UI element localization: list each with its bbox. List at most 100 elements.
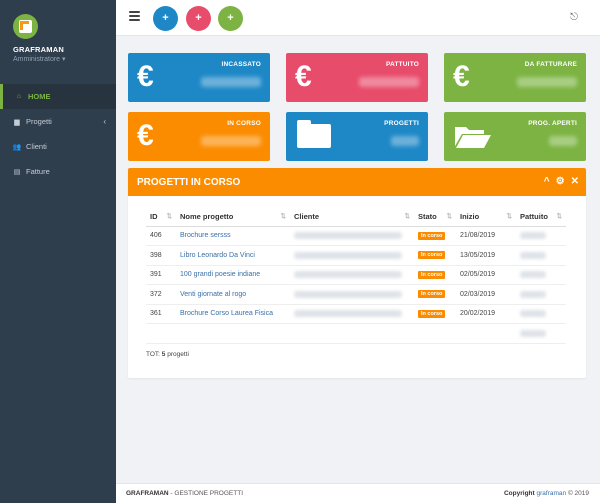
sidebar-item-label: Clienti [26, 142, 47, 151]
cell-pattuito [516, 245, 566, 266]
column-header-id[interactable]: ID ⇅ [146, 208, 176, 227]
project-link[interactable]: Brochure Corso Laurea Fisica [176, 304, 290, 324]
table-row[interactable]: 372 Venti giornate al rogo In corso 02/0… [146, 284, 566, 305]
panel-header: PROGETTI IN CORSO ^ ⚙ ✕ [128, 168, 586, 196]
euro-icon: € [453, 60, 470, 93]
table-row[interactable]: 361 Brochure Corso Laurea Fisica In cors… [146, 304, 566, 324]
table-header-row: ID ⇅ Nome progetto ⇅ Cliente ⇅ Stato ⇅ Inizi… [146, 208, 566, 227]
footer-brand: GRAFRAMAN [126, 490, 169, 497]
card-pattuito[interactable]: € PATTUITO [286, 53, 428, 102]
cell-stato: In corso [414, 226, 456, 246]
status-badge: In corso [418, 270, 446, 279]
card-title: PROGETTI [384, 120, 419, 127]
card-value-redacted [391, 136, 419, 146]
project-link[interactable]: Brochure sersss [176, 226, 290, 246]
sidebar-item-home[interactable]: ⌂ HOME [0, 84, 116, 109]
project-link[interactable]: 100 grandi poesie indiane [176, 265, 290, 285]
sidebar-item-label: HOME [28, 92, 51, 101]
cell-cliente [290, 265, 414, 285]
card-title: INCASSATO [221, 61, 261, 68]
footer-subtitle: - GESTIONE PROGETTI [168, 490, 244, 497]
collapse-icon[interactable]: ^ [544, 176, 550, 187]
file-icon: ▤ [13, 168, 21, 176]
home-icon: ⌂ [16, 93, 22, 100]
cell-pattuito [516, 226, 566, 246]
sort-icon: ⇅ [506, 213, 512, 221]
card-title: IN CORSO [227, 120, 261, 127]
project-link[interactable]: Libro Leonardo Da Vinci [176, 245, 290, 266]
card-value-redacted [549, 136, 577, 146]
project-link[interactable]: Venti giornate al rogo [176, 284, 290, 305]
status-badge: In corso [418, 290, 446, 299]
column-header-stato[interactable]: Stato ⇅ [414, 208, 456, 227]
cell-inizio: 02/03/2019 [456, 284, 516, 305]
cell-cliente [290, 304, 414, 324]
card-incassato[interactable]: € INCASSATO [128, 53, 270, 102]
euro-icon: € [137, 119, 154, 152]
sort-icon: ⇅ [166, 213, 172, 221]
table-row[interactable]: 391 100 grandi poesie indiane In corso 0… [146, 265, 566, 285]
sidebar: GRAFRAMAN Amministratore ▾ ⌂ HOME ▆ Prog… [0, 0, 116, 503]
topbar: + + + ⎋ [116, 0, 600, 36]
add-user-icon: + [195, 12, 202, 24]
card-da-fatturare[interactable]: € DA FATTURARE [444, 53, 586, 102]
gear-icon[interactable]: ⚙ [556, 176, 565, 187]
add-user-button[interactable]: + [186, 6, 211, 31]
footer-copyright: Copyright graframan © 2019 [503, 490, 589, 497]
column-header-cliente[interactable]: Cliente ⇅ [290, 208, 414, 227]
add-folder-button[interactable]: + [153, 6, 178, 31]
sort-icon: ⇅ [556, 213, 562, 221]
hamburger-menu-icon[interactable] [129, 11, 140, 21]
user-role-dropdown[interactable]: Amministratore ▾ [13, 55, 116, 63]
cell-id: 372 [146, 284, 176, 305]
progetti-table: ID ⇅ Nome progetto ⇅ Cliente ⇅ Stato ⇅ Inizi… [146, 208, 566, 344]
euro-icon: € [295, 60, 312, 93]
card-progetti[interactable]: PROGETTI [286, 112, 428, 161]
brand-block: GRAFRAMAN Amministratore ▾ [0, 0, 116, 80]
chevron-left-icon: ‹ [103, 117, 106, 126]
column-header-nome[interactable]: Nome progetto ⇅ [176, 208, 290, 227]
column-header-inizio[interactable]: Inizio ⇅ [456, 208, 516, 227]
cell-stato: In corso [414, 304, 456, 324]
logout-icon[interactable]: ⎋ [570, 12, 578, 23]
close-icon[interactable]: ✕ [571, 176, 579, 187]
cell-cliente [290, 284, 414, 305]
cell-pattuito [516, 284, 566, 305]
sort-icon: ⇅ [404, 213, 410, 221]
card-in-corso[interactable]: € IN CORSO [128, 112, 270, 161]
sidebar-item-label: Progetti [26, 117, 52, 126]
cell-id: 398 [146, 245, 176, 266]
folder-icon [297, 120, 331, 148]
sort-icon: ⇅ [280, 213, 286, 221]
add-file-icon: + [227, 12, 234, 24]
table-row[interactable]: 398 Libro Leonardo Da Vinci In corso 13/… [146, 245, 566, 266]
users-icon: 👥 [12, 143, 22, 151]
sidebar-item-fatture[interactable]: ▤ Fatture [0, 159, 116, 184]
card-value-redacted [517, 77, 577, 87]
cell-stato: In corso [414, 245, 456, 266]
card-value-redacted [201, 136, 261, 146]
cell-stato: In corso [414, 265, 456, 285]
card-title: PROG. APERTI [528, 120, 577, 127]
sort-icon: ⇅ [446, 213, 452, 221]
sidebar-nav: ⌂ HOME ▆ Progetti ‹ 👥 Clienti ▤ Fatture [0, 84, 116, 184]
sidebar-item-progetti[interactable]: ▆ Progetti ‹ [0, 109, 116, 134]
status-badge: In corso [418, 231, 446, 240]
footer: GRAFRAMAN - GESTIONE PROGETTI Copyright … [116, 483, 600, 503]
cell-stato: In corso [414, 284, 456, 305]
cell-id: 391 [146, 265, 176, 285]
table-row[interactable]: 406 Brochure sersss In corso 21/08/2019 [146, 226, 566, 246]
copyright-owner-link[interactable]: graframan [537, 490, 567, 497]
euro-icon: € [137, 60, 154, 93]
card-prog-aperti[interactable]: PROG. APERTI [444, 112, 586, 161]
cell-id: 361 [146, 304, 176, 324]
cell-cliente [290, 245, 414, 266]
status-badge: In corso [418, 309, 446, 318]
cell-total-pattuito [516, 323, 566, 344]
card-title: DA FATTURARE [524, 61, 577, 68]
add-file-button[interactable]: + [218, 6, 243, 31]
logo-icon[interactable] [13, 14, 38, 39]
sidebar-item-clienti[interactable]: 👥 Clienti [0, 134, 116, 159]
column-header-pattuito[interactable]: Pattuito ⇅ [516, 208, 566, 227]
add-folder-icon: + [162, 12, 169, 24]
